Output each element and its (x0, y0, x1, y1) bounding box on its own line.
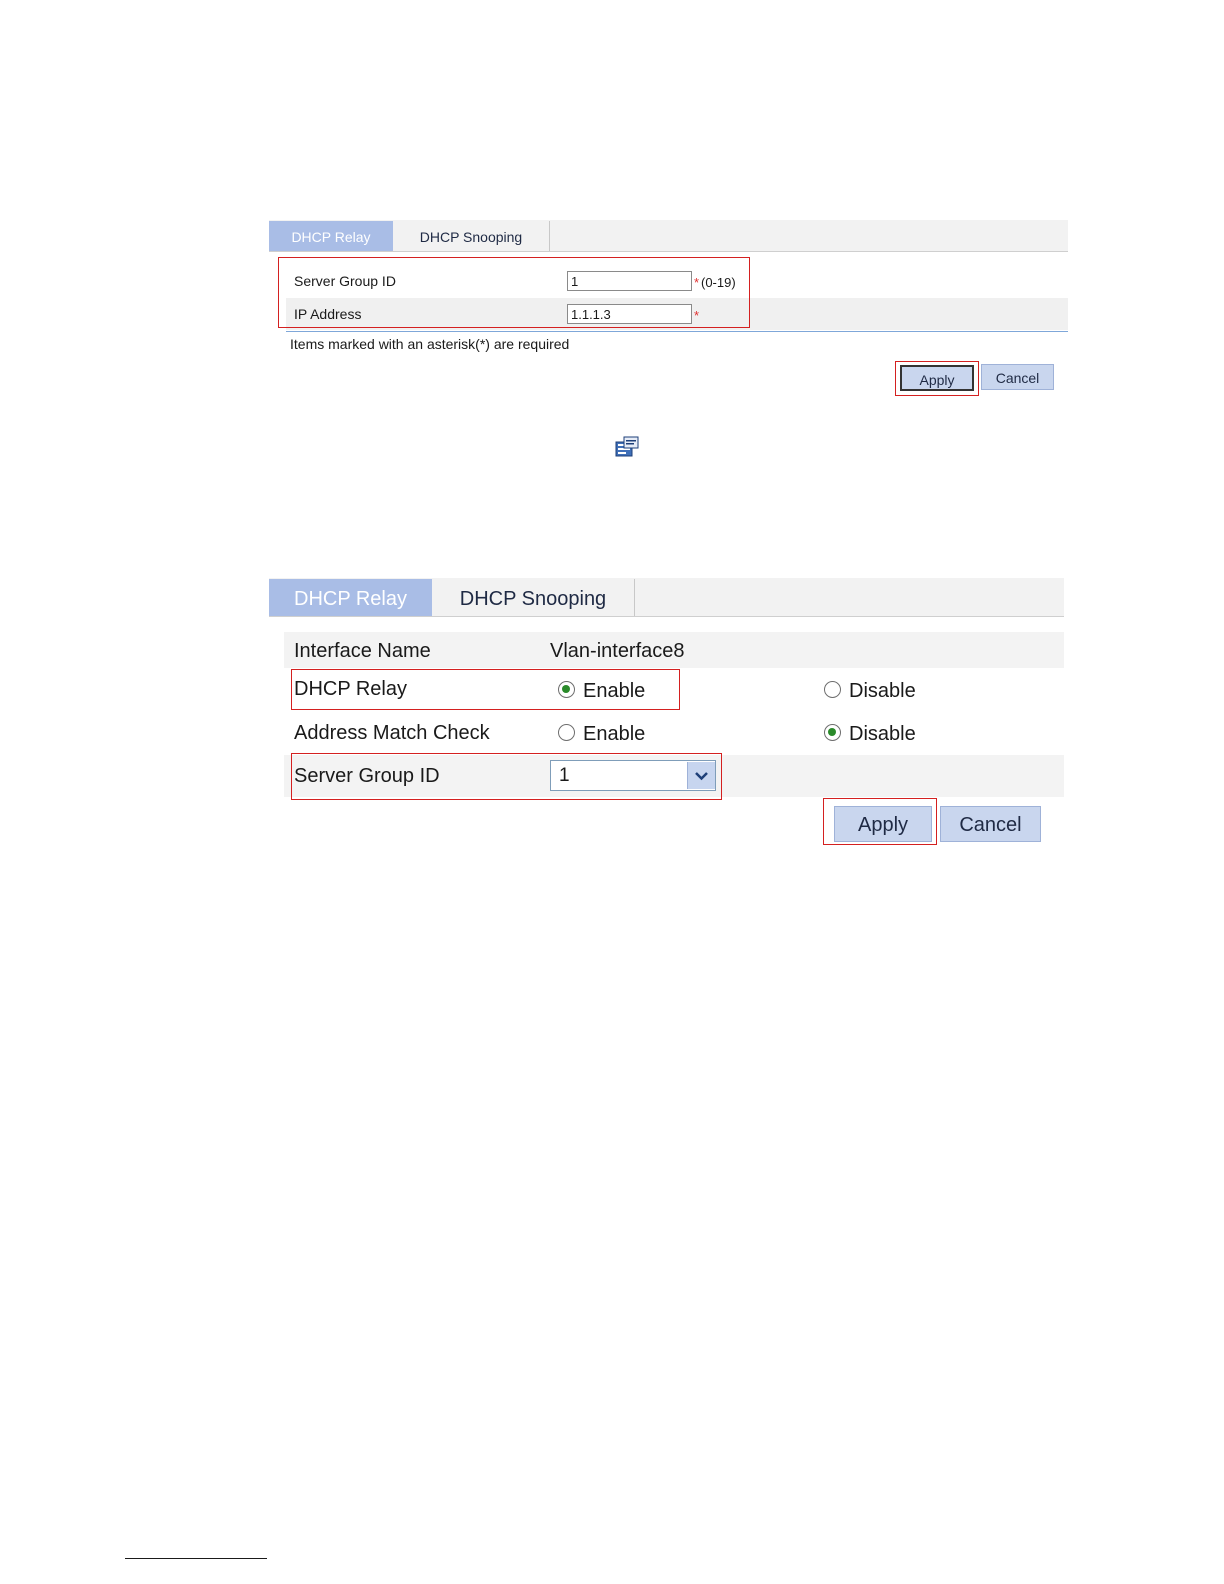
tab-dhcp-relay[interactable]: DHCP Relay (269, 579, 432, 616)
tab-dhcp-snooping[interactable]: DHCP Snooping (393, 221, 550, 251)
address-match-label: Address Match Check (294, 722, 490, 744)
divider (286, 331, 1068, 332)
highlight-box (278, 257, 750, 328)
dhcp-relay-disable-radio[interactable] (824, 681, 841, 698)
tab-dhcp-snooping[interactable]: DHCP Snooping (432, 579, 635, 616)
cancel-button[interactable]: Cancel (981, 364, 1054, 390)
highlight-box (291, 753, 722, 800)
required-note: Items marked with an asterisk(*) are req… (290, 336, 570, 352)
interface-name-value: Vlan-interface8 (550, 640, 685, 662)
address-match-disable-radio[interactable] (824, 724, 841, 741)
interface-name-label: Interface Name (294, 640, 431, 662)
footnote-rule (125, 1558, 267, 1559)
address-match-enable-label: Enable (583, 723, 646, 745)
highlight-box (823, 798, 937, 845)
cancel-button[interactable]: Cancel (940, 806, 1041, 842)
tab-dhcp-relay[interactable]: DHCP Relay (269, 221, 393, 251)
highlight-box (291, 669, 680, 710)
highlight-box (895, 361, 979, 396)
dhcp-relay-disable-label: Disable (849, 680, 916, 702)
address-match-disable-label: Disable (849, 723, 916, 745)
config-icon (614, 434, 642, 460)
address-match-enable-radio[interactable] (558, 724, 575, 741)
